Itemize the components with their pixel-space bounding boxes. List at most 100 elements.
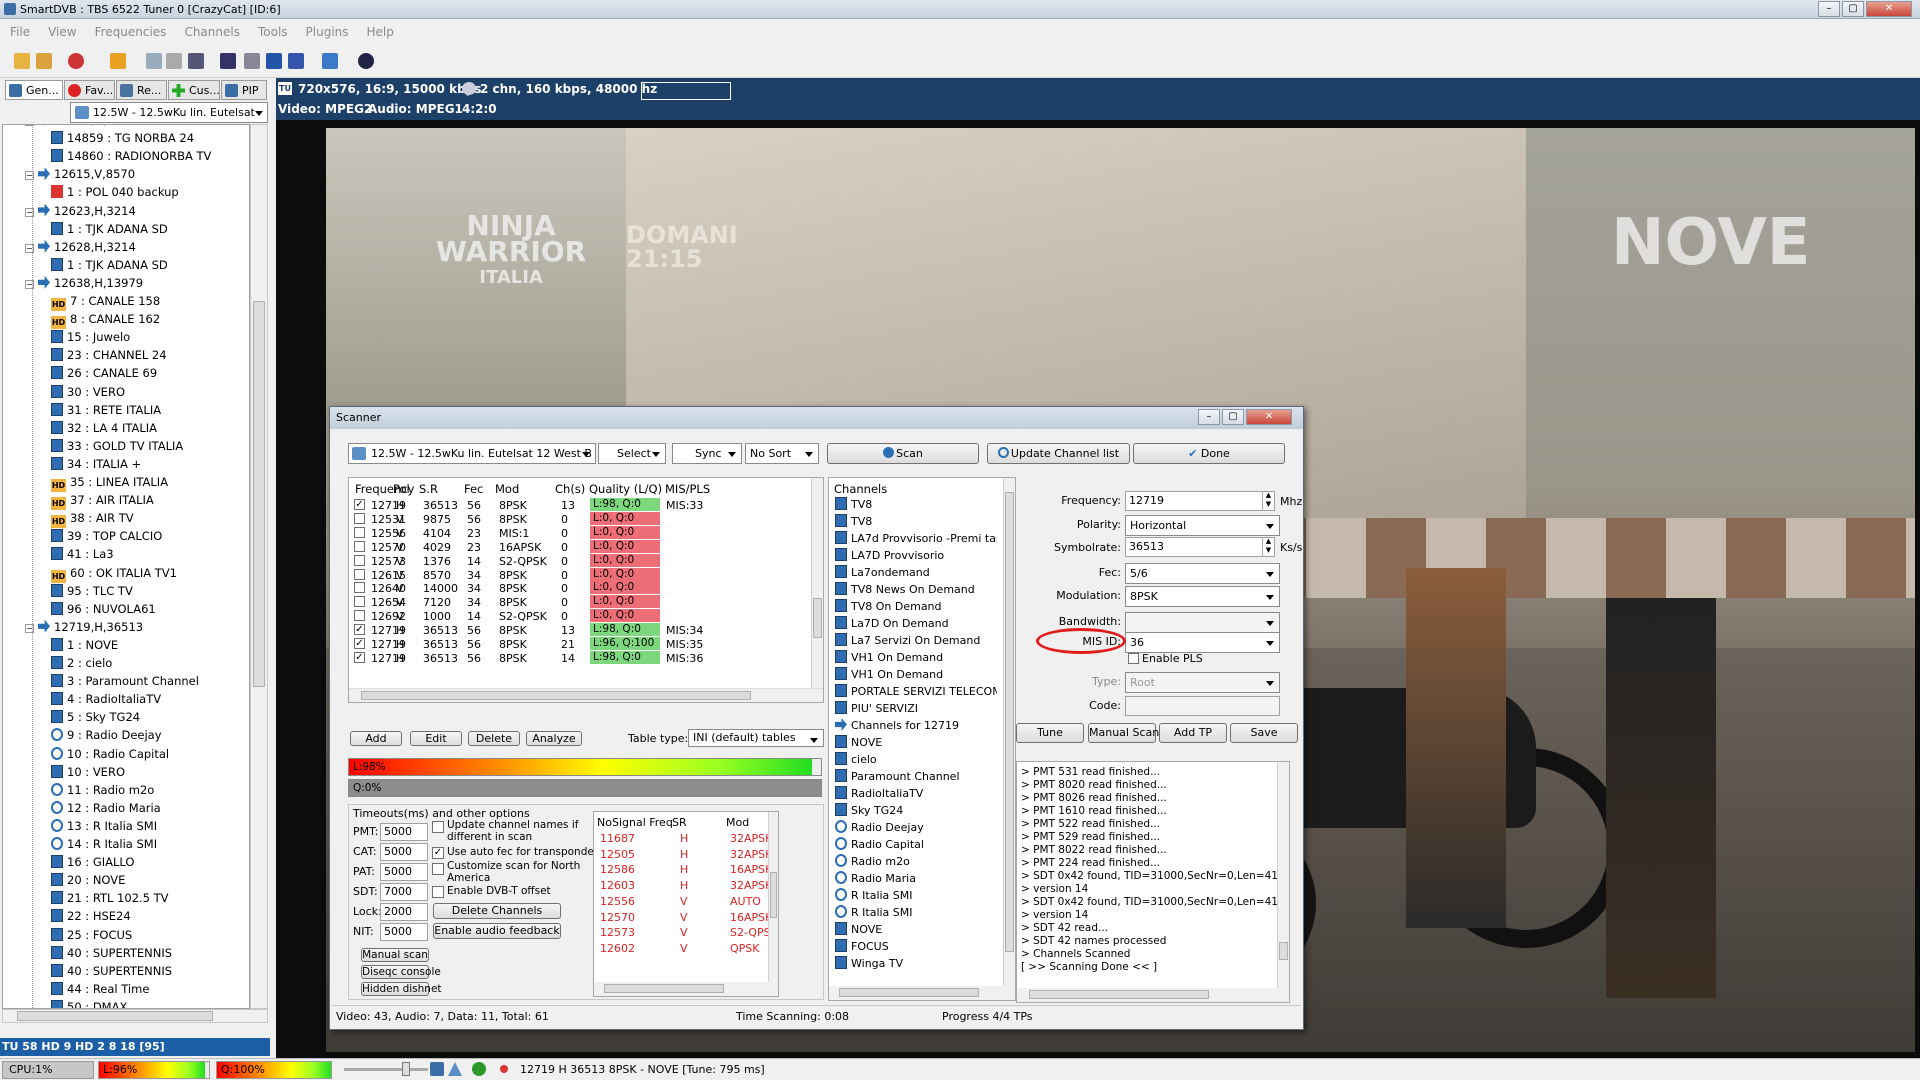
frequency-spinner[interactable]: ▲ ▼ [1262, 491, 1274, 511]
window-icon[interactable] [266, 53, 282, 69]
scroll-thumb[interactable] [361, 691, 751, 700]
tree-channel[interactable]: 44 : Real Time [51, 980, 149, 998]
frequency-input[interactable]: 12719 [1125, 491, 1275, 511]
edit-button[interactable]: Edit [410, 731, 462, 746]
tree-channel[interactable]: 31 : RETE ITALIA [51, 401, 161, 419]
column-header[interactable]: NoSignal Freq [597, 816, 673, 829]
scanned-channel[interactable]: Radio Capital [835, 836, 924, 853]
scanned-channel[interactable]: Radio m2o [835, 853, 910, 870]
scanned-channel[interactable]: PORTALE SERVIZI TELECOM [835, 683, 997, 700]
audio-feedback-button[interactable]: Enable audio feedback [433, 923, 561, 939]
tree-transponder[interactable]: −12719,H,36513 [25, 618, 143, 636]
scroll-thumb[interactable] [604, 984, 724, 993]
scanned-channels-list[interactable]: Channels TV8 TV8 LA7d Provvisorio -Premi t… [828, 477, 1016, 1001]
scanned-channel[interactable]: R Italia SMI [835, 887, 913, 904]
code-input[interactable] [1125, 696, 1280, 716]
scroll-thumb[interactable] [813, 598, 822, 638]
menu-frequencies[interactable]: Frequencies [85, 19, 175, 39]
transponder-row[interactable]: 12654 V 7120 34 8PSK 0 L:0, Q:0 [349, 595, 811, 609]
tree-channel[interactable]: 10 : Radio Capital [51, 745, 169, 763]
hidden-dishnet-button[interactable]: Hidden dishnet [361, 982, 442, 996]
scroll-thumb[interactable] [1279, 942, 1288, 960]
symbolrate-input[interactable]: 36513 [1125, 537, 1275, 557]
tree-channel[interactable]: 16 : GIALLO [51, 853, 134, 871]
tree-channel[interactable]: 22 : HSE24 [51, 907, 131, 925]
timeout-input[interactable]: 5000 [380, 923, 428, 941]
transponder-row[interactable]: 12531 V 9875 56 8PSK 0 L:0, Q:0 [349, 511, 811, 526]
tree-vertical-scrollbar[interactable] [250, 124, 268, 1009]
tree-channel[interactable]: HD 8 : CANALE 162 [51, 310, 160, 330]
volume-slider[interactable] [344, 1062, 428, 1076]
tree-channel[interactable]: 20 : NOVE [51, 871, 125, 889]
save-button[interactable]: Save [1230, 723, 1298, 743]
channel-tree[interactable]: −12595,H,187514859 : TG NORBA 2414860 : … [2, 124, 250, 1009]
tree-channel[interactable]: 32 : LA 4 ITALIA [51, 419, 157, 437]
scanned-channel[interactable]: FOCUS [835, 938, 889, 955]
nosignal-row[interactable]: 12556 V AUTO [594, 895, 768, 910]
transponder-checkbox[interactable]: ✓ [354, 624, 365, 636]
column-header[interactable]: Ch(s) [555, 482, 585, 496]
tools-icon[interactable] [244, 53, 260, 69]
column-header[interactable]: Mod [726, 816, 749, 829]
tree-channel[interactable]: HD 60 : OK ITALIA TV1 [51, 564, 177, 583]
fullscreen-icon[interactable] [220, 53, 236, 69]
scan-log-scrollbar[interactable] [1277, 762, 1289, 988]
transponder-checkbox[interactable] [354, 610, 365, 622]
scanned-channel[interactable]: VH1 On Demand [835, 649, 943, 666]
timeout-input[interactable]: 5000 [380, 843, 428, 861]
channels-list-scrollbar[interactable] [1003, 478, 1015, 986]
delete-channels-button[interactable]: Delete Channels [433, 903, 561, 919]
transponder-list-hscrollbar[interactable] [349, 688, 823, 702]
close-button[interactable]: ✕ [1866, 1, 1912, 17]
timeout-input[interactable]: 5000 [380, 823, 428, 841]
tree-transponder[interactable]: −12615,V,8570 [25, 165, 135, 183]
tree-channel[interactable]: 23 : CHANNEL 24 [51, 346, 167, 364]
tree-channel[interactable]: 11 : Radio m2o [51, 781, 154, 799]
update-channel-list-button[interactable]: Update Channel list [987, 443, 1130, 464]
bandwidth-select[interactable] [1125, 612, 1280, 633]
tree-channel[interactable]: 50 : DMAX [51, 998, 127, 1008]
nosignal-row[interactable]: 12570 V 16APSK [594, 911, 768, 926]
tree-channel[interactable]: 13 : R Italia SMI [51, 817, 157, 835]
select-dropdown[interactable]: Select [598, 443, 666, 464]
transponder-checkbox[interactable] [354, 582, 365, 594]
transponder-row[interactable]: 12615 V 8570 34 8PSK 0 L:0, Q:0 [349, 567, 811, 582]
scanned-channel[interactable]: TV8 On Demand [835, 598, 942, 615]
scanned-channel[interactable]: RadioItaliaTV [835, 785, 923, 802]
transponder-row[interactable]: 12556 V 4104 23 MIS:1 0 L:0, Q:0 [349, 525, 811, 540]
tree-transponder[interactable]: −12623,H,3214 [25, 202, 136, 220]
symbolrate-spinner[interactable]: ▲ ▼ [1262, 537, 1274, 557]
scanned-channel[interactable]: PIU' SERVIZI [835, 700, 918, 717]
tree-channel[interactable]: 1 : NOVE [51, 636, 118, 654]
tree-channel[interactable]: 5 : Sky TG24 [51, 708, 140, 726]
table-type-select[interactable]: INI (default) tables [688, 729, 824, 747]
transponder-checkbox[interactable] [354, 526, 365, 538]
tree-channel[interactable]: 14859 : TG NORBA 24 [51, 129, 194, 147]
menu-help[interactable]: Help [357, 19, 402, 39]
volume-thumb[interactable] [402, 1062, 410, 1076]
scanned-channel[interactable]: TV8 [835, 496, 872, 513]
menu-channels[interactable]: Channels [174, 19, 248, 39]
scanned-channel[interactable]: Channels for 12719 [835, 717, 959, 734]
tree-channel[interactable]: 14860 : RADIONORBA TV [51, 147, 211, 165]
menu-file[interactable]: File [0, 19, 38, 39]
tree-channel[interactable]: 40 : SUPERTENNIS [51, 944, 172, 962]
scanner-satellite-select[interactable]: 12.5W - 12.5wKu lin. Eutelsat 12 West B [348, 443, 596, 464]
analyze-button[interactable]: Analyze [526, 731, 582, 746]
scroll-thumb[interactable] [1029, 990, 1209, 999]
tree-channel[interactable]: 39 : TOP CALCIO [51, 527, 162, 545]
tree-channel[interactable]: 30 : VERO [51, 383, 125, 401]
screen-icon[interactable] [188, 53, 204, 69]
fec-select[interactable]: 5/6 [1125, 563, 1280, 584]
scroll-thumb[interactable] [770, 872, 777, 918]
scanned-channel[interactable]: VH1 On Demand [835, 666, 943, 683]
transponder-row[interactable]: 12573 V 1376 14 S2-QPSK 0 L:0, Q:0 [349, 553, 811, 568]
epg-icon[interactable] [322, 53, 338, 69]
dialog-maximize-button[interactable]: ▢ [1222, 409, 1244, 425]
update-names-checkbox[interactable] [432, 821, 444, 833]
tree-channel[interactable]: 40 : SUPERTENNIS [51, 962, 172, 980]
scroll-thumb[interactable] [253, 301, 265, 687]
tree-channel[interactable]: 25 : FOCUS [51, 926, 132, 944]
tree-channel[interactable]: 41 : La3 [51, 545, 114, 563]
tree-channel[interactable]: HD 7 : CANALE 158 [51, 292, 160, 311]
